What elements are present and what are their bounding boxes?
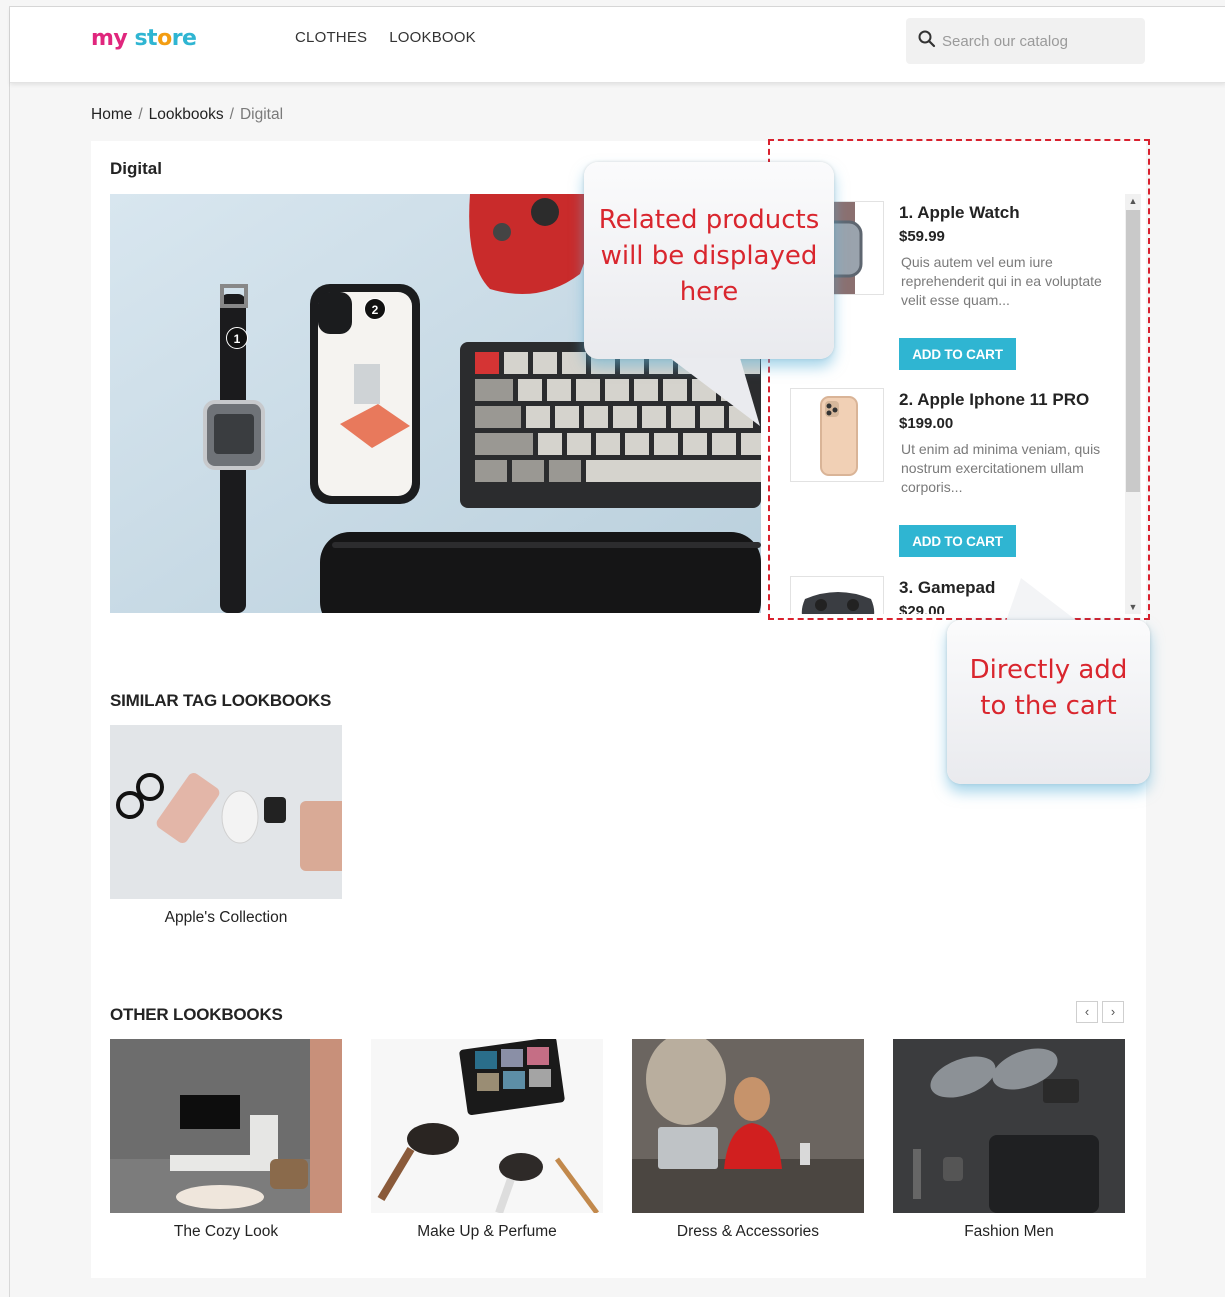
nav-clothes[interactable]: CLOTHES [295, 29, 367, 46]
search-input[interactable] [942, 30, 1132, 52]
logo-part-2: st [134, 26, 158, 51]
lookbook-caption[interactable]: The Cozy Look [110, 1223, 342, 1241]
hotspot-pin-1[interactable]: 1 [226, 327, 248, 349]
apple-collection-image [110, 725, 342, 899]
logo-part-1: my [91, 26, 128, 51]
makeup-image [371, 1039, 603, 1213]
callout-line: here [679, 277, 739, 307]
site-header: my store CLOTHES LOOKBOOK [10, 7, 1225, 83]
lookbook-tile[interactable]: Fashion Men [893, 1039, 1125, 1241]
store-logo[interactable]: my store [91, 26, 197, 51]
dress-accessories-image [632, 1039, 864, 1213]
lookbook-caption[interactable]: Dress & Accessories [632, 1223, 864, 1241]
other-lookbooks-title: OTHER LOOKBOOKS [110, 1005, 283, 1024]
breadcrumb: Home / Lookbooks / Digital [91, 106, 283, 124]
nav-lookbook[interactable]: LOOKBOOK [389, 29, 476, 46]
fashion-men-image [893, 1039, 1125, 1213]
lookbook-title: Digital [110, 159, 162, 178]
lookbook-tile[interactable]: The Cozy Look [110, 1039, 342, 1241]
lookbook-thumbnail[interactable] [110, 725, 342, 899]
lookbook-thumbnail[interactable] [371, 1039, 603, 1213]
lookbook-thumbnail[interactable] [893, 1039, 1125, 1213]
callout-pointer-icon [1005, 578, 1081, 624]
callout-line: to the cart [980, 691, 1117, 721]
breadcrumb-home[interactable]: Home [91, 106, 132, 123]
lookbook-thumbnail[interactable] [632, 1039, 864, 1213]
callout-line: Directly add [969, 655, 1128, 685]
cozy-look-image [110, 1039, 342, 1213]
carousel-prev-button[interactable]: ‹ [1076, 1001, 1098, 1023]
breadcrumb-separator: / [138, 106, 143, 123]
logo-part-4: re [171, 26, 197, 51]
similar-lookbooks-title: SIMILAR TAG LOOKBOOKS [110, 691, 332, 710]
breadcrumb-separator: / [229, 106, 234, 123]
add-to-cart-callout: Directly add to the cart [947, 620, 1150, 784]
search-icon[interactable] [916, 28, 938, 50]
callout-line: Related products [598, 205, 820, 235]
hotspot-pin-2[interactable]: 2 [364, 298, 386, 320]
callout-line: will be displayed [600, 241, 818, 271]
main-nav: CLOTHES LOOKBOOK [295, 29, 476, 46]
breadcrumb-current: Digital [239, 106, 284, 123]
breadcrumb-lookbooks[interactable]: Lookbooks [149, 106, 224, 123]
search-box[interactable] [906, 18, 1145, 64]
lookbook-caption[interactable]: Fashion Men [893, 1223, 1125, 1241]
lookbook-caption[interactable]: Make Up & Perfume [371, 1223, 603, 1241]
lookbook-tile[interactable]: Dress & Accessories [632, 1039, 864, 1241]
carousel-next-button[interactable]: › [1102, 1001, 1124, 1023]
related-products-callout: Related products will be displayed here [584, 162, 834, 359]
lookbook-tile[interactable]: Make Up & Perfume [371, 1039, 603, 1241]
lookbook-thumbnail[interactable] [110, 1039, 342, 1213]
callout-pointer-icon [670, 358, 760, 426]
lookbook-tile[interactable]: Apple's Collection [110, 725, 342, 927]
lookbook-caption[interactable]: Apple's Collection [110, 909, 342, 927]
logo-part-3: o [157, 26, 172, 51]
